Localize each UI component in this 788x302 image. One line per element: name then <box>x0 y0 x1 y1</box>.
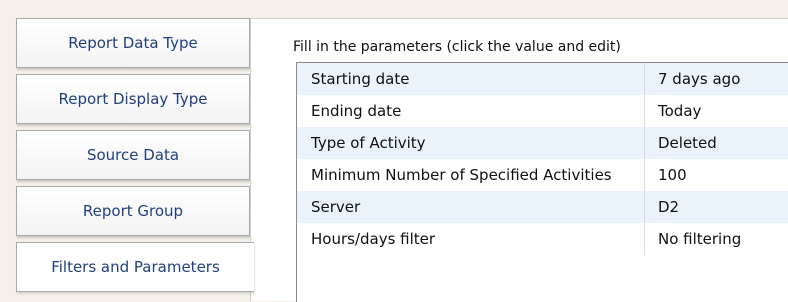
tab-label: Filters and Parameters <box>51 258 220 276</box>
tab-report-display-type[interactable]: Report Display Type <box>16 74 250 124</box>
parameter-name: Type of Activity <box>297 127 645 159</box>
parameter-value-ending-date[interactable]: Today <box>645 95 788 127</box>
parameters-instruction: Fill in the parameters (click the value … <box>293 39 621 55</box>
tab-label: Source Data <box>86 146 180 164</box>
tab-filters-and-parameters[interactable]: Filters and Parameters <box>16 242 254 292</box>
tab-label: Report Display Type <box>58 90 208 108</box>
tab-list: Report Data Type Report Display Type Sou… <box>0 0 254 301</box>
parameters-panel: Fill in the parameters (click the value … <box>250 18 788 302</box>
parameter-row-starting-date: Starting date 7 days ago <box>297 63 788 95</box>
parameter-value-hours-days-filter[interactable]: No filtering <box>645 223 788 255</box>
tab-label: Report Data Type <box>68 34 198 52</box>
parameter-row-type-of-activity: Type of Activity Deleted <box>297 127 788 159</box>
parameter-row-minimum-activities: Minimum Number of Specified Activities 1… <box>297 159 788 191</box>
parameter-value-starting-date[interactable]: 7 days ago <box>645 63 788 95</box>
parameter-row-hours-days-filter: Hours/days filter No filtering <box>297 223 788 255</box>
parameter-name: Server <box>297 191 645 223</box>
parameter-name: Hours/days filter <box>297 223 645 255</box>
parameter-row-ending-date: Ending date Today <box>297 95 788 127</box>
parameter-value-minimum-activities[interactable]: 100 <box>645 159 788 191</box>
parameter-value-server[interactable]: D2 <box>645 191 788 223</box>
tab-report-data-type[interactable]: Report Data Type <box>16 18 250 68</box>
parameter-row-server: Server D2 <box>297 191 788 223</box>
parameter-name: Ending date <box>297 95 645 127</box>
tab-source-data[interactable]: Source Data <box>16 130 250 180</box>
parameter-name: Minimum Number of Specified Activities <box>297 159 645 191</box>
parameters-grid: Starting date 7 days ago Ending date Tod… <box>296 62 788 302</box>
tab-label: Report Group <box>82 202 184 220</box>
parameter-name: Starting date <box>297 63 645 95</box>
tab-report-group[interactable]: Report Group <box>16 186 250 236</box>
parameter-value-type-of-activity[interactable]: Deleted <box>645 127 788 159</box>
